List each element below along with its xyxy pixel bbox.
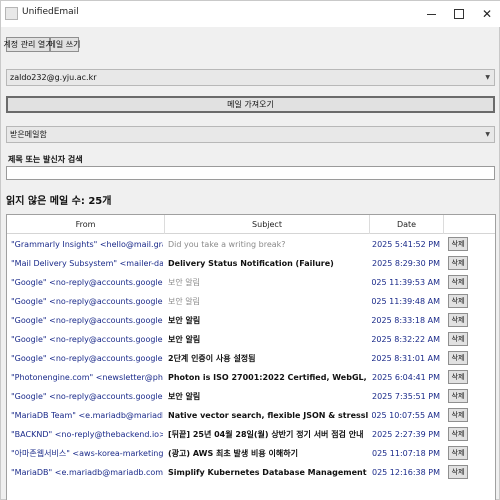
folder-select[interactable]: 받은메일함 ▼: [6, 126, 495, 143]
row-from: "Grammarly Insights" <hello@mail.grammar…: [11, 240, 163, 249]
table-row[interactable]: "Google" <no-reply@accounts.google.com> 보…: [7, 292, 495, 311]
delete-button[interactable]: 삭제: [448, 332, 468, 346]
column-header-from[interactable]: From: [7, 215, 165, 234]
row-date: 5/20/2025 8:31:01 AM: [372, 354, 440, 363]
row-date: 5/20/2025 8:33:18 AM: [372, 316, 440, 325]
table-row[interactable]: "Google" <no-reply@accounts.google.com> 보…: [7, 311, 495, 330]
minimize-icon[interactable]: [417, 1, 445, 27]
table-row[interactable]: "MariaDB" <e.mariadb@mariadb.com> Simplif…: [7, 463, 495, 482]
table-row[interactable]: "BACKND" <no-reply@thebackend.io> [뒤끝] 25…: [7, 425, 495, 444]
maximize-icon[interactable]: [445, 1, 473, 27]
chevron-down-icon: ▼: [485, 131, 490, 138]
manage-accounts-button[interactable]: 계정 관리 열기: [3, 37, 53, 52]
row-date: 5/26/2025 11:39:48 AM: [372, 297, 440, 306]
table-header: From Subject Date: [7, 215, 495, 234]
table-row[interactable]: "아마존웹서비스" <aws-korea-marketing@amazon.cc…: [7, 444, 495, 463]
mail-table: From Subject Date "Grammarly Insights" <…: [6, 214, 496, 500]
delete-button[interactable]: 삭제: [448, 465, 468, 479]
row-date: 4/24/2025 11:07:18 PM: [372, 449, 440, 458]
chevron-down-icon: ▼: [485, 74, 490, 81]
table-row[interactable]: "Grammarly Insights" <hello@mail.grammar…: [7, 235, 495, 254]
unread-count: 읽지 않은 메일 수: 25개: [6, 196, 112, 207]
row-subject: (광고) AWS 최초 발생 비용 이해하기: [168, 449, 298, 458]
write-mail-button[interactable]: 메일 쓰기: [49, 37, 81, 52]
row-subject: 2단계 인증이 사용 설정됨: [168, 354, 256, 363]
row-date: 5/26/2025 11:39:53 AM: [372, 278, 440, 287]
table-row[interactable]: "Google" <no-reply@accounts.google.com> 보…: [7, 387, 495, 406]
delete-button[interactable]: 삭제: [448, 408, 468, 422]
delete-button[interactable]: 삭제: [448, 446, 468, 460]
table-row[interactable]: "Google" <no-reply@accounts.google.com> 2…: [7, 349, 495, 368]
row-date: 5/27/2025 5:41:52 PM: [372, 240, 440, 249]
row-subject: 보안 알림: [168, 335, 201, 344]
close-icon[interactable]: ✕: [473, 1, 500, 27]
app-icon: [5, 7, 18, 20]
account-select-value: zaldo232@g.yju.ac.kr: [10, 73, 97, 82]
row-from: "BACKND" <no-reply@thebackend.io>: [11, 430, 163, 439]
delete-button[interactable]: 삭제: [448, 237, 468, 251]
row-subject: Did you take a writing break?: [168, 240, 286, 249]
delete-button[interactable]: 삭제: [448, 389, 468, 403]
row-from: "MariaDB" <e.mariadb@mariadb.com>: [11, 468, 163, 477]
row-from: "아마존웹서비스" <aws-korea-marketing@amazon.cc: [11, 449, 163, 458]
table-row[interactable]: "Mail Delivery Subsystem" <mailer-daemon…: [7, 254, 495, 273]
search-label: 제목 또는 발신자 검색: [8, 155, 83, 164]
row-date: 5/20/2025 8:32:22 AM: [372, 335, 440, 344]
row-from: "Google" <no-reply@accounts.google.com>: [11, 316, 163, 325]
row-from: "Google" <no-reply@accounts.google.com>: [11, 392, 163, 401]
row-date: 5/26/2025 8:29:30 PM: [372, 259, 440, 268]
delete-button[interactable]: 삭제: [448, 256, 468, 270]
table-row[interactable]: "Google" <no-reply@accounts.google.com> 보…: [7, 330, 495, 349]
row-from: "Mail Delivery Subsystem" <mailer-daemon…: [11, 259, 163, 268]
table-row[interactable]: "Photonengine.com" <newsletter@photoneng…: [7, 368, 495, 387]
delete-button[interactable]: 삭제: [448, 275, 468, 289]
row-subject: 보안 알림: [168, 392, 201, 401]
fetch-mail-button[interactable]: 메일 가져오기: [6, 96, 495, 113]
row-date: 5/1/2025 10:07:55 AM: [372, 411, 440, 420]
delete-button[interactable]: 삭제: [448, 313, 468, 327]
row-subject: 보안 알림: [168, 316, 201, 325]
delete-button[interactable]: 삭제: [448, 351, 468, 365]
delete-button[interactable]: 삭제: [448, 427, 468, 441]
delete-button[interactable]: 삭제: [448, 370, 468, 384]
title-bar: UnifiedEmail ✕: [1, 1, 500, 27]
row-from: "Photonengine.com" <newsletter@photoneng…: [11, 373, 163, 382]
window-title: UnifiedEmail: [22, 7, 79, 17]
row-date: 5/8/2025 7:35:51 PM: [372, 392, 440, 401]
column-header-date[interactable]: Date: [370, 215, 444, 234]
row-subject: Simplify Kubernetes Database Management …: [168, 468, 368, 477]
column-header-subject[interactable]: Subject: [165, 215, 370, 234]
row-subject: [뒤끝] 25년 04월 28일(월) 상반기 정기 서버 점검 안내: [168, 430, 364, 439]
row-subject: 보안 알림: [168, 278, 200, 287]
row-from: "MariaDB Team" <e.mariadb@mariadb.com>: [11, 411, 163, 420]
table-row[interactable]: "MariaDB Team" <e.mariadb@mariadb.com> Na…: [7, 406, 495, 425]
folder-select-value: 받은메일함: [10, 130, 47, 139]
row-subject: Native vector search, flexible JSON & st…: [168, 411, 368, 420]
row-date: 5/12/2025 6:04:41 PM: [372, 373, 440, 382]
row-from: "Google" <no-reply@accounts.google.com>: [11, 354, 163, 363]
table-row[interactable]: "Google" <no-reply@accounts.google.com> 보…: [7, 273, 495, 292]
account-select[interactable]: zaldo232@g.yju.ac.kr ▼: [6, 69, 495, 86]
row-from: "Google" <no-reply@accounts.google.com>: [11, 297, 163, 306]
row-subject: 보안 알림: [168, 297, 200, 306]
row-from: "Google" <no-reply@accounts.google.com>: [11, 278, 163, 287]
main-window: UnifiedEmail ✕ 계정 관리 열기 메일 쓰기 zaldo232@g…: [0, 0, 500, 500]
column-header-actions: [444, 215, 495, 234]
row-subject: Delivery Status Notification (Failure): [168, 259, 334, 268]
search-input[interactable]: [6, 166, 495, 180]
row-from: "Google" <no-reply@accounts.google.com>: [11, 335, 163, 344]
delete-button[interactable]: 삭제: [448, 294, 468, 308]
row-subject: Photon is ISO 27001:2022 Certified, WebG…: [168, 373, 368, 382]
row-date: 4/25/2025 2:27:39 PM: [372, 430, 440, 439]
row-date: 4/24/2025 12:16:38 PM: [372, 468, 440, 477]
